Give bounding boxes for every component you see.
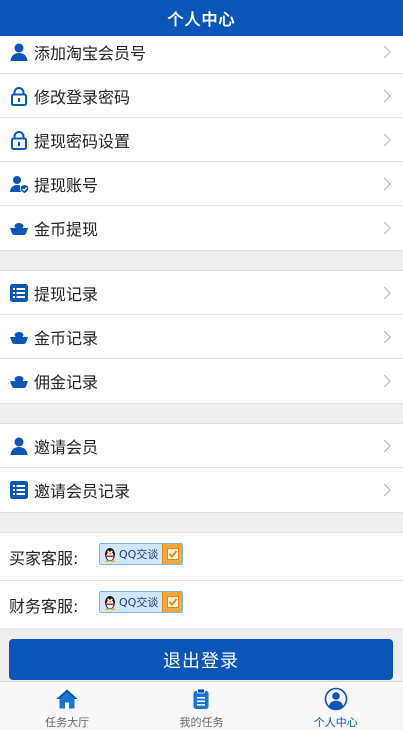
menu-content: 添加淘宝会员号 修改登录密码 提现密码设置 提现账号 金币提现 提现记录 金币记… [0,29,403,630]
menu-item-invite-member[interactable]: 邀请会员 [0,424,403,468]
menu-item-withdraw-records[interactable]: 提现记录 [0,271,403,315]
menu-item-label: 提现密码设置 [34,131,131,151]
tab-label: 任务大厅 [45,716,90,729]
user-shield-icon [9,174,29,194]
chevron-right-icon [378,330,391,343]
home-icon [54,687,80,711]
records-group: 提现记录 金币记录 佣金记录 [0,270,403,404]
qq-chat-text: QQ交谈 [119,596,159,609]
buyer-service-row: 买家客服: QQ交谈 [0,533,403,581]
checkmark-icon [162,543,183,564]
tab-personal-center[interactable]: 个人中心 [269,682,403,730]
menu-item-coin-withdraw[interactable]: 金币提现 [0,206,403,250]
finance-service-row: 财务客服: QQ交谈 [0,581,403,629]
menu-item-label: 佣金记录 [34,373,99,392]
chevron-right-icon [378,89,391,102]
menu-item-commission-records[interactable]: 佣金记录 [0,359,403,403]
page-header: 个人中心 [0,0,403,36]
coin-icon [9,327,29,347]
bottom-tab-bar: 任务大厅 我的任务 个人中心 [0,681,403,730]
menu-item-invite-records[interactable]: 邀请会员记录 [0,468,403,512]
logout-area: 退出登录 [0,628,403,680]
tab-my-tasks[interactable]: 我的任务 [134,682,268,730]
tab-task-hall[interactable]: 任务大厅 [0,682,134,730]
group-spacer [0,404,403,423]
lock-icon [9,86,29,106]
customer-service-group: 买家客服: QQ交谈 财务客服: QQ交谈 [0,532,403,630]
menu-item-label: 金币记录 [34,328,99,348]
group-spacer [0,251,403,270]
person-circle-icon [323,687,349,711]
menu-item-withdraw-password[interactable]: 提现密码设置 [0,118,403,162]
page-title: 个人中心 [167,10,236,29]
menu-item-label: 添加淘宝会员号 [34,43,147,63]
menu-item-label: 修改登录密码 [34,87,131,107]
finance-service-label: 财务客服: [9,597,79,616]
lock-icon [9,130,29,150]
logout-button[interactable]: 退出登录 [9,639,393,680]
menu-item-coin-records[interactable]: 金币记录 [0,315,403,359]
account-settings-group: 添加淘宝会员号 修改登录密码 提现密码设置 提现账号 金币提现 [0,29,403,251]
checkmark-icon [162,592,183,612]
finance-qq-chat-button[interactable]: QQ交谈 [99,591,184,613]
coin-icon [9,371,29,391]
clipboard-icon [188,687,214,711]
list-icon [9,283,29,303]
list-icon [9,480,29,500]
menu-item-change-login-password[interactable]: 修改登录密码 [0,74,403,118]
menu-item-label: 邀请会员记录 [34,482,131,501]
chevron-right-icon [378,177,391,190]
chevron-right-icon [378,133,391,146]
qq-chat-label-area: QQ交谈 [100,592,163,612]
coin-icon [9,218,29,238]
buyer-qq-chat-button[interactable]: QQ交谈 [99,542,184,565]
chevron-right-icon [378,439,391,452]
menu-item-withdraw-account[interactable]: 提现账号 [0,162,403,206]
chevron-right-icon [378,221,391,235]
menu-item-label: 金币提现 [34,220,99,239]
menu-item-label: 邀请会员 [34,437,99,457]
chevron-right-icon [378,286,391,299]
qq-chat-text: QQ交谈 [119,547,159,561]
tab-label: 我的任务 [179,716,224,729]
chevron-right-icon [378,45,391,58]
qq-penguin-icon [104,596,116,610]
user-icon [9,436,29,456]
chevron-right-icon [378,483,391,497]
user-icon [9,42,29,62]
menu-item-label: 提现记录 [34,284,99,304]
group-spacer [0,513,403,532]
menu-item-label: 提现账号 [34,175,99,195]
buyer-service-label: 买家客服: [9,548,79,568]
menu-item-add-taobao-account[interactable]: 添加淘宝会员号 [0,30,403,74]
invite-group: 邀请会员 邀请会员记录 [0,423,403,513]
qq-chat-label-area: QQ交谈 [100,543,163,564]
tab-label: 个人中心 [313,716,358,729]
qq-penguin-icon [104,547,116,562]
chevron-right-icon [378,374,391,388]
